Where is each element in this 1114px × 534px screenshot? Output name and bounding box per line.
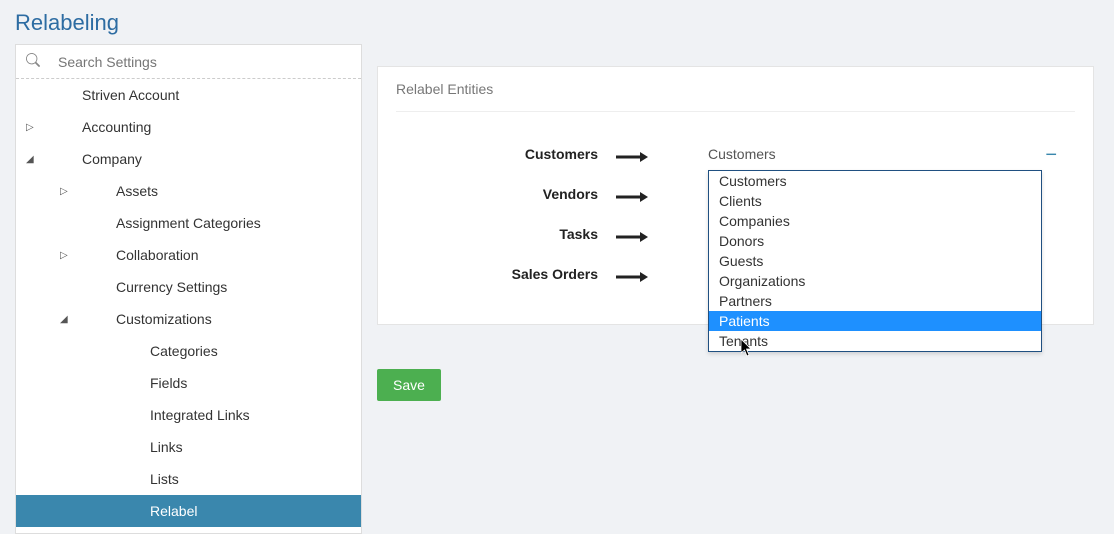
sidebar-item-lists[interactable]: Lists bbox=[16, 463, 361, 495]
caret-collapsed-icon[interactable]: ▷ bbox=[26, 122, 46, 133]
sidebar-item-label: Categories bbox=[114, 343, 218, 359]
save-button[interactable]: Save bbox=[377, 369, 441, 401]
sidebar-item-label: Striven Account bbox=[46, 87, 179, 103]
dropdown-list: CustomersClientsCompaniesDonorsGuestsOrg… bbox=[708, 170, 1042, 352]
sidebar-item-currency-settings[interactable]: Currency Settings bbox=[16, 271, 361, 303]
dropdown-value: Customers bbox=[708, 142, 1075, 166]
search-icon bbox=[26, 53, 40, 70]
arrow-right-icon bbox=[616, 179, 676, 210]
sidebar-item-label: Collaboration bbox=[80, 247, 199, 263]
dropdown-option-clients[interactable]: Clients bbox=[709, 191, 1041, 211]
entity-label: Customers bbox=[396, 146, 616, 162]
sidebar-item-label: Company bbox=[46, 151, 142, 167]
dropdown-option-tenants[interactable]: Tenants bbox=[709, 331, 1041, 351]
relabel-panel: Relabel Entities CustomersCustomers−Cust… bbox=[377, 66, 1094, 325]
sidebar-item-label: Accounting bbox=[46, 119, 151, 135]
sidebar-item-striven-account[interactable]: Striven Account bbox=[16, 79, 361, 111]
sidebar-item-integrated-links[interactable]: Integrated Links bbox=[16, 399, 361, 431]
sidebar-item-label: Assets bbox=[80, 183, 158, 199]
sidebar-item-relabel[interactable]: Relabel bbox=[16, 495, 361, 527]
caret-collapsed-icon[interactable]: ▷ bbox=[60, 250, 80, 261]
sidebar-item-label: Lists bbox=[114, 471, 179, 487]
sidebar-item-fields[interactable]: Fields bbox=[16, 367, 361, 399]
entity-label: Tasks bbox=[396, 226, 616, 242]
sidebar-item-assets[interactable]: ▷Assets bbox=[16, 175, 361, 207]
dropdown-option-partners[interactable]: Partners bbox=[709, 291, 1041, 311]
sidebar-item-customizations[interactable]: ◢Customizations bbox=[16, 303, 361, 335]
sidebar-item-links[interactable]: Links bbox=[16, 431, 361, 463]
dropdown-option-organizations[interactable]: Organizations bbox=[709, 271, 1041, 291]
dropdown-option-patients[interactable]: Patients bbox=[709, 311, 1041, 331]
caret-collapsed-icon[interactable]: ▷ bbox=[60, 186, 80, 197]
caret-expanded-icon[interactable]: ◢ bbox=[60, 314, 80, 325]
search-input[interactable] bbox=[58, 54, 351, 70]
sidebar-item-assignment-categories[interactable]: Assignment Categories bbox=[16, 207, 361, 239]
dropdown-option-customers[interactable]: Customers bbox=[709, 171, 1041, 191]
caret-expanded-icon[interactable]: ◢ bbox=[26, 154, 46, 165]
sidebar-item-collaboration[interactable]: ▷Collaboration bbox=[16, 239, 361, 271]
settings-sidebar: Striven Account▷Accounting◢Company▷Asset… bbox=[15, 44, 362, 534]
relabel-dropdown-customers[interactable]: Customers−CustomersClientsCompaniesDonor… bbox=[708, 142, 1075, 166]
sidebar-item-label: Integrated Links bbox=[114, 407, 250, 423]
sidebar-item-company[interactable]: ◢Company bbox=[16, 143, 361, 175]
sidebar-item-label: Fields bbox=[114, 375, 187, 391]
sidebar-item-label: Assignment Categories bbox=[80, 215, 261, 231]
search-row bbox=[16, 45, 361, 79]
dropdown-minus-icon[interactable]: − bbox=[1045, 144, 1057, 167]
entity-label: Sales Orders bbox=[396, 266, 616, 282]
main-area: Relabel Entities CustomersCustomers−Cust… bbox=[377, 44, 1114, 534]
sidebar-item-categories[interactable]: Categories bbox=[16, 335, 361, 367]
dropdown-option-guests[interactable]: Guests bbox=[709, 251, 1041, 271]
dropdown-option-donors[interactable]: Donors bbox=[709, 231, 1041, 251]
sidebar-item-label: Links bbox=[114, 439, 183, 455]
sidebar-item-label: Relabel bbox=[114, 503, 197, 519]
arrow-right-icon bbox=[616, 219, 676, 250]
sidebar-item-label: Customizations bbox=[80, 311, 212, 327]
arrow-right-icon bbox=[616, 259, 676, 290]
arrow-right-icon bbox=[616, 139, 676, 170]
panel-title: Relabel Entities bbox=[396, 81, 1075, 112]
page-title: Relabeling bbox=[0, 0, 1114, 44]
entity-row-customers: CustomersCustomers−CustomersClientsCompa… bbox=[396, 134, 1075, 174]
dropdown-option-companies[interactable]: Companies bbox=[709, 211, 1041, 231]
entity-label: Vendors bbox=[396, 186, 616, 202]
sidebar-item-accounting[interactable]: ▷Accounting bbox=[16, 111, 361, 143]
sidebar-item-label: Currency Settings bbox=[80, 279, 227, 295]
